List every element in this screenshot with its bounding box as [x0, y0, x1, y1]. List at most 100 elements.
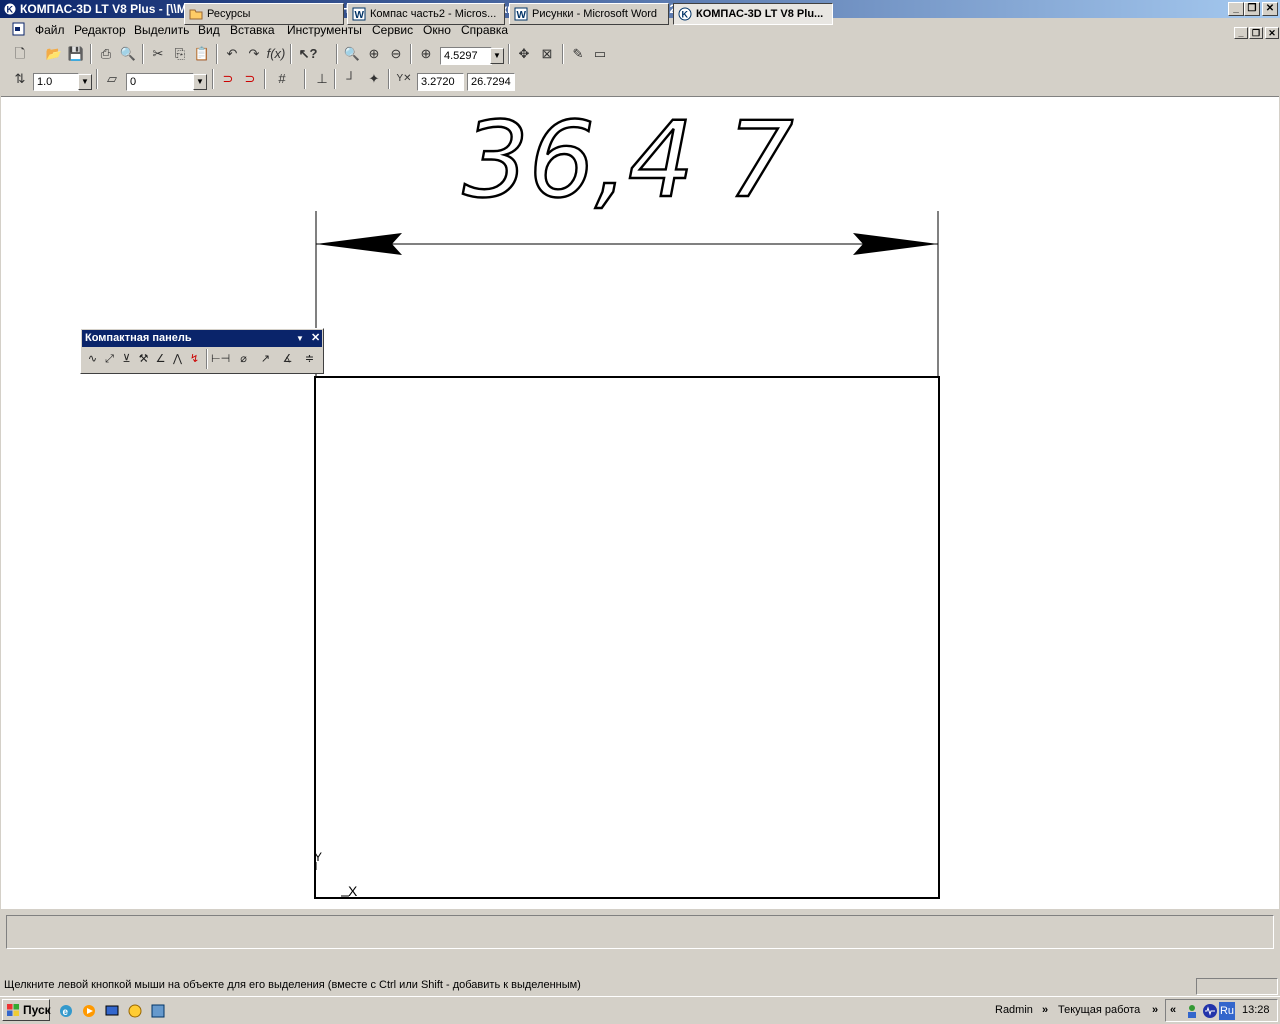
local-snap-icon[interactable]: ⊃ [240, 69, 260, 89]
folder-icon [189, 9, 203, 20]
cut-icon[interactable]: ✂ [148, 44, 168, 64]
close-button[interactable]: ✕ [1262, 2, 1278, 16]
panel-menu-icon[interactable]: ▼ [296, 330, 304, 347]
zoom-out-icon[interactable]: ⊖ [386, 44, 406, 64]
paste-icon[interactable]: 📋 [192, 44, 212, 64]
language-indicator[interactable]: Ru [1219, 1002, 1235, 1020]
network-users-icon[interactable] [1184, 1003, 1200, 1019]
arc-dimension-icon[interactable]: ≑ [301, 349, 318, 369]
show-desktop-icon[interactable] [104, 1003, 120, 1019]
undo-icon[interactable]: ↶ [222, 44, 242, 64]
menu-editor[interactable]: Редактор [74, 23, 126, 37]
selection-icon[interactable]: ↯ [186, 349, 203, 369]
diameter-dimension-icon[interactable]: ⌀ [235, 349, 252, 369]
print-preview-icon[interactable]: 🔍 [118, 44, 138, 64]
display-options-icon[interactable]: ▭ [590, 44, 610, 64]
menu-insert[interactable]: Вставка [230, 23, 275, 37]
chevron-icon[interactable]: » [1152, 1004, 1158, 1016]
step-dropdown-arrow[interactable]: ▼ [78, 74, 92, 90]
layer-dropdown-arrow[interactable]: ▼ [193, 74, 207, 90]
zoom-in-icon[interactable]: ⊕ [364, 44, 384, 64]
angular-dimension-icon[interactable]: ∡ [279, 349, 296, 369]
internet-explorer-icon[interactable]: e [58, 1003, 74, 1019]
cursor-step-icon[interactable]: ⇅ [10, 69, 30, 89]
copy-icon[interactable]: ⎘ [170, 44, 190, 64]
start-button[interactable]: Пуск [2, 999, 51, 1021]
menu-file[interactable]: Файл [35, 23, 65, 37]
coord-y-field[interactable]: 26.7294 [467, 73, 515, 91]
print-icon[interactable]: ⎙ [96, 44, 116, 64]
svg-text:K: K [682, 10, 689, 20]
layer-icon[interactable]: ▱ [102, 69, 122, 89]
compact-panel-titlebar[interactable]: Компактная панель ▼ ✕ [82, 330, 322, 347]
coord-x-field[interactable]: 3.2720 [417, 73, 464, 91]
geometry-icon[interactable]: ∿ [84, 349, 101, 369]
menu-service[interactable]: Сервис [372, 23, 413, 37]
step-field[interactable]: 1.0 [33, 73, 79, 91]
drawing-rectangle[interactable] [314, 376, 940, 899]
layer-field[interactable]: 0 [126, 73, 194, 91]
menu-select[interactable]: Выделить [134, 23, 189, 37]
radmin-toolbar-label[interactable]: Radmin [995, 1004, 1033, 1016]
dimensions-panel-icon[interactable]: ⤢ [101, 349, 118, 369]
task-label: Рисунки - Microsoft Word [532, 8, 658, 20]
task-label: Компас часть2 - Micros... [370, 8, 497, 20]
radius-dimension-icon[interactable]: ↗ [257, 349, 274, 369]
save-icon[interactable]: 💾 [66, 44, 86, 64]
measure-icon[interactable]: ⋀ [169, 349, 186, 369]
compact-panel[interactable]: Компактная панель ▼ ✕ ∿ ⤢ ⊻ ⚒ ∠ ⋀ ↯ ⊢⊣ ⌀… [80, 328, 324, 374]
chevron-icon[interactable]: » [1042, 1004, 1048, 1016]
doc-minimize-button[interactable]: _ [1234, 27, 1248, 39]
menu-window[interactable]: Окно [423, 23, 451, 37]
coordinates-icon: Y✕ [396, 73, 412, 84]
open-icon[interactable]: 📂 [44, 44, 64, 64]
task-kompas[interactable]: K КОМПАС-3D LT V8 Plu... [673, 3, 833, 25]
current-state-toolbar: ⇅ 1.0 ▼ ▱ 0 ▼ ⊃ ⊃ # ⊥ ┘ ✦ Y✕ 3.2720 26.7… [0, 69, 530, 95]
redo-icon[interactable]: ↷ [244, 44, 264, 64]
minimize-button[interactable]: _ [1228, 2, 1244, 16]
task-kompas-word[interactable]: W Компас часть2 - Micros... [347, 3, 505, 25]
coord-y-label: Y [396, 73, 404, 84]
parametrization-icon[interactable]: ∠ [152, 349, 169, 369]
word-icon: W [352, 7, 366, 21]
document-icon[interactable] [12, 22, 26, 36]
ortho-icon[interactable]: ┘ [341, 69, 361, 89]
task-risunki-word[interactable]: W Рисунки - Microsoft Word [509, 3, 669, 25]
audio-signal-icon[interactable] [1202, 1003, 1218, 1019]
pan-icon[interactable]: ✥ [514, 44, 534, 64]
zoom-field[interactable]: 4.5297 [440, 47, 492, 65]
zoom-scale-icon[interactable]: ⊕ [416, 44, 436, 64]
tray-expand-icon[interactable]: « [1170, 1004, 1176, 1016]
snap-magnet-icon[interactable]: ⊃ [218, 69, 238, 89]
zoom-dropdown-arrow[interactable]: ▼ [490, 48, 504, 64]
symbols-icon[interactable]: ⊻ [118, 349, 135, 369]
svg-text:W: W [517, 10, 527, 21]
fit-view-icon[interactable]: ⊠ [537, 44, 557, 64]
clock-app-icon[interactable] [127, 1003, 143, 1019]
maximize-button[interactable]: ❐ [1244, 2, 1260, 16]
menu-help[interactable]: Справка [461, 23, 508, 37]
help-pointer-icon[interactable]: ↖? [298, 44, 318, 64]
pencil-icon[interactable]: ✎ [568, 44, 588, 64]
new-document-icon[interactable]: 🗋 [10, 44, 30, 64]
linear-dimension-icon[interactable]: ⊢⊣ [211, 349, 230, 369]
editing-icon[interactable]: ⚒ [135, 349, 152, 369]
local-cs-icon[interactable]: ⊥ [312, 69, 332, 89]
menu-tools[interactable]: Инструменты [287, 23, 362, 37]
dimension-value[interactable]: 36,4 7 [461, 98, 794, 222]
menu-view[interactable]: Вид [198, 23, 220, 37]
function-icon[interactable]: f(x) [266, 44, 286, 64]
task-resources[interactable]: Ресурсы [184, 3, 344, 25]
task-label: Ресурсы [207, 8, 251, 20]
browser-icon[interactable] [150, 1003, 166, 1019]
panel-close-icon[interactable]: ✕ [311, 330, 320, 347]
doc-restore-button[interactable]: ❐ [1249, 27, 1263, 39]
status-hint: Щелкните левой кнопкой мыши на объекте д… [4, 979, 581, 991]
media-player-icon[interactable] [81, 1003, 97, 1019]
current-work-toolbar-label[interactable]: Текущая работа [1058, 1004, 1140, 1016]
drawing: 36,4 7 Y X [314, 98, 940, 899]
zoom-icon[interactable]: 🔍 [342, 44, 362, 64]
parametric-icon[interactable]: ✦ [364, 69, 384, 89]
grid-icon[interactable]: # [272, 69, 292, 89]
doc-close-button[interactable]: ✕ [1265, 27, 1279, 39]
